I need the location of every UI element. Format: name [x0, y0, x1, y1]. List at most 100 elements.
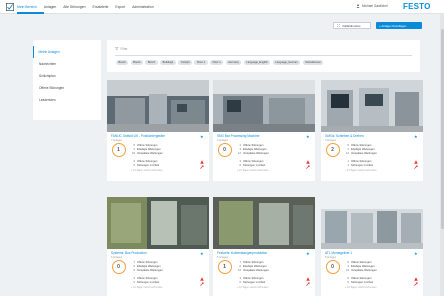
plant-card[interactable]: FANUC Ostfold UK - Positioniergeräte 7 A… [107, 80, 209, 181]
tag-chip[interactable]: Schnelltsuren [302, 60, 324, 65]
nav-plants[interactable]: Anlagen [44, 5, 56, 9]
gauge-value: 1 [223, 264, 226, 270]
favorite-star-icon[interactable]: ★ [306, 134, 310, 139]
plant-title[interactable]: Systems: Bus Production [111, 251, 197, 255]
fullscreen-button[interactable]: Vollbildmodus [333, 22, 371, 29]
wrench-icon [200, 282, 204, 286]
health-gauge: 0 [218, 143, 232, 157]
fault-stats: 3 Offene Störungen 0 Störungen in Arbeit [131, 277, 160, 285]
plant-photo [107, 80, 209, 132]
stat-value: 0 [133, 164, 135, 167]
tag-chip[interactable]: Building1 [160, 60, 176, 65]
tag-chips: Bosch Bosch Bosch Building1 Cockpit Floo… [116, 60, 324, 65]
favorite-star-icon[interactable]: ★ [306, 251, 310, 256]
plant-title[interactable]: Festoets: Kolbenstangenproduktion [217, 251, 303, 255]
stat-label: Störungen in Arbeit [137, 281, 160, 284]
sidebar-item-shift-plan[interactable]: Schichtplan [33, 70, 101, 82]
maintenance-stats: 4 Offene Störungen 3 Erledigte Wartungen 1… [237, 144, 269, 156]
app-logo-icon[interactable] [6, 3, 14, 11]
favorite-star-icon[interactable]: ★ [414, 134, 418, 139]
stat-value: 0 [347, 281, 349, 284]
stat-value: 16 [132, 151, 135, 155]
tag-chip[interactable]: Cockpit [178, 60, 192, 65]
gauge-value: 1 [117, 147, 120, 153]
stat-value: 9 [133, 268, 135, 272]
health-gauge: 1 [112, 143, 126, 157]
plant-card[interactable]: Festoets: Kolbenstangenproduktion 5 Anla… [213, 197, 315, 296]
nav-spare-parts[interactable]: Ersatzteile [93, 5, 109, 9]
nav-administration[interactable]: Administration [132, 5, 153, 9]
wrench-icon [306, 282, 310, 286]
plant-title[interactable]: SNG Bar Processing Machine [217, 134, 303, 138]
nav-export[interactable]: Export [115, 5, 125, 9]
plant-photo [213, 197, 315, 249]
last-connected: + 10 Tagen zuletzt verbunden [131, 169, 163, 172]
filter-icon [115, 47, 119, 51]
plant-title[interactable]: GMGs: Schieben & Drehen [325, 134, 411, 138]
nav-all-faults[interactable]: Alle Störungen [63, 5, 85, 9]
plant-card[interactable]: GMGs: Schieben & Drehen 4 Anlagen ★ 2 5O… [321, 80, 423, 181]
stat-label: Verspätete Wartungen [351, 268, 377, 272]
stat-label: Störungen in Arbeit [137, 164, 160, 167]
tag-chip[interactable]: Bosch [130, 60, 143, 65]
stat-value: 0 [133, 281, 135, 284]
festo-logo: FESTO [403, 2, 431, 11]
plant-count: 7 Anlagen [111, 138, 123, 142]
stat-label: Verspätete Wartungen [243, 268, 269, 272]
tag-chip[interactable]: Floor 1 [210, 60, 224, 65]
plant-photo [107, 197, 209, 249]
favorite-star-icon[interactable]: ★ [200, 251, 204, 256]
plant-count: 4 Anlagen [325, 138, 337, 142]
filter-underline [115, 55, 412, 56]
plant-title[interactable]: ATL Montagelinie 1 [325, 251, 411, 255]
user-menu[interactable]: Michael Gawlichel [356, 4, 388, 8]
gauge-value: 2 [331, 147, 334, 153]
wrench-icon [414, 165, 418, 169]
filter-placeholder: Filter [120, 47, 128, 51]
tag-chip[interactable]: Bosch [145, 60, 158, 65]
tag-chip[interactable]: Germany [225, 60, 242, 65]
user-icon [356, 4, 360, 8]
sidebar-item-my-plants[interactable]: Meine Anlagen [33, 46, 101, 58]
sidebar-item-messages[interactable]: Nachrichten [33, 58, 101, 70]
gauge-value: 0 [331, 264, 334, 270]
plant-title[interactable]: FANUC Ostfold UK - Positioniergeräte [111, 134, 197, 138]
plant-count: 6 Anlagen [111, 255, 123, 259]
plant-count: 5 Anlagen [217, 255, 229, 259]
last-connected: + 10 Tagen zuletzt verbunden [345, 286, 377, 289]
sidebar-item-leaderboard[interactable]: Leadericten [33, 94, 101, 106]
warning-icon [200, 277, 204, 281]
plant-card[interactable]: ATL Montagelinie 1 8 Anlagen ★ 0 5 Offene… [321, 197, 423, 296]
stat-value: 0 [239, 281, 241, 284]
plant-card[interactable]: Systems: Bus Production 6 Anlagen ★ 0 7O… [107, 197, 209, 296]
stat-label: Störungen in Arbeit [351, 164, 374, 167]
favorite-star-icon[interactable]: ★ [200, 134, 204, 139]
nav-my-area[interactable]: Mein Bereich [17, 5, 37, 9]
scrollbar-thumb[interactable] [440, 29, 444, 229]
tag-chip[interactable]: Bosch [116, 60, 129, 65]
wrench-icon [414, 282, 418, 286]
last-connected: + 10 Tagen zuletzt verbunden [237, 169, 269, 172]
fault-stats: 1 Offene Störungen 1 Störungen in Arbeit [345, 160, 374, 168]
stat-label: Verspätete Wartungen [243, 151, 269, 155]
filter-input[interactable]: Filter [115, 47, 128, 51]
add-plant-button[interactable]: + Anlage hinzufügen [376, 22, 422, 29]
plant-photo [213, 80, 315, 132]
page-scrollbar[interactable] [440, 14, 444, 296]
health-gauge: 0 [326, 260, 340, 274]
plant-card[interactable]: SNG Bar Processing Machine 3 Anlagen ★ 0… [213, 80, 315, 181]
favorite-star-icon[interactable]: ★ [414, 251, 418, 256]
health-gauge: 2 [326, 143, 340, 157]
warning-icon [414, 160, 418, 164]
tag-chip[interactable]: Language_English [243, 60, 271, 65]
filter-panel: Filter Bosch Bosch Bosch Building1 Cockp… [107, 40, 420, 72]
stat-value: 12 [238, 151, 241, 155]
tag-chip[interactable]: Floor 1 [194, 60, 208, 65]
plant-count: 3 Anlagen [217, 138, 229, 142]
sidebar-item-open-faults[interactable]: Offene Störungen [33, 82, 101, 94]
maintenance-stats: 5 Offene Störungen 3 Erledigte Wartungen 1… [345, 261, 377, 273]
warning-icon [200, 160, 204, 164]
stat-label: Störungen in Arbeit [243, 164, 266, 167]
stat-label: Verspätete Wartungen [137, 268, 163, 272]
tag-chip[interactable]: Language_German [272, 60, 301, 65]
